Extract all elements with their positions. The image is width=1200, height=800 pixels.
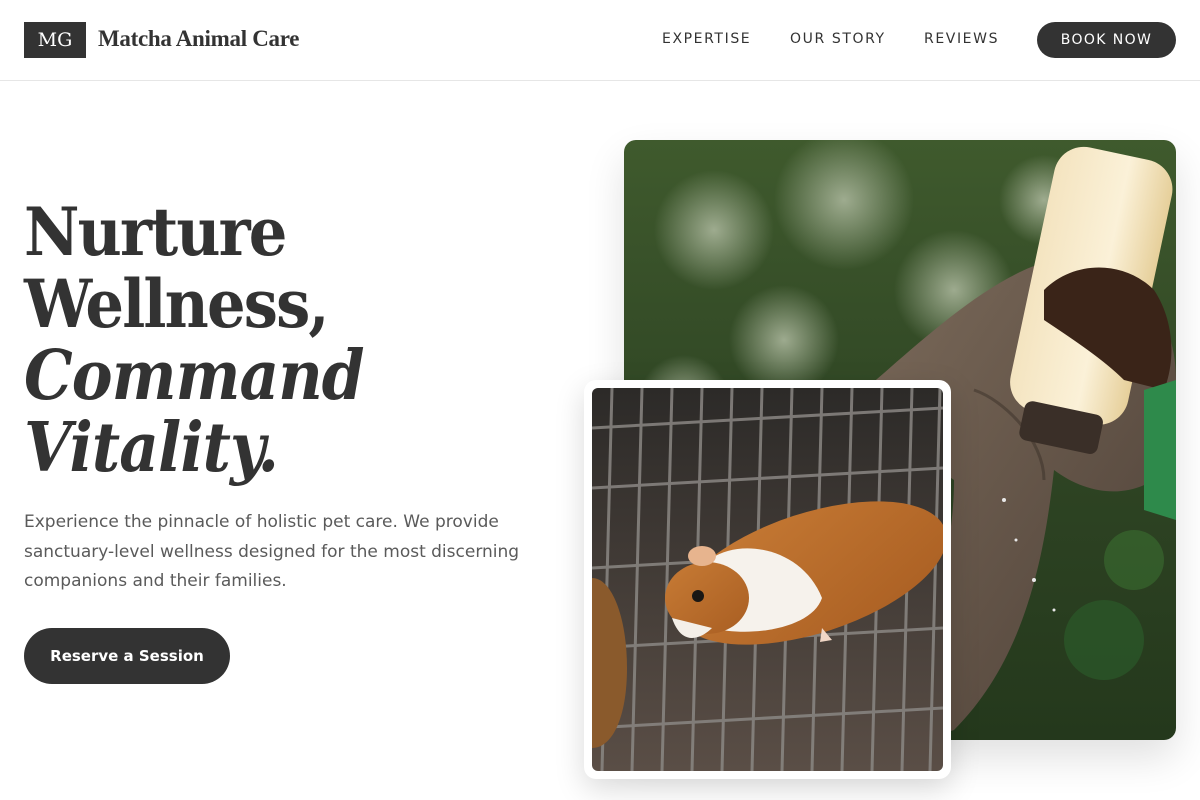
hero-description: Experience the pinnacle of holistic pet …: [24, 512, 520, 591]
reserve-session-button[interactable]: Reserve a Session: [24, 628, 230, 684]
site-header: MG Matcha Animal Care EXPERTISE OUR STOR…: [0, 0, 1200, 81]
hero-title-line-1: Nurture: [24, 193, 287, 271]
book-now-button[interactable]: BOOK NOW: [1037, 22, 1176, 58]
logo-mark[interactable]: MG: [24, 22, 86, 58]
hero-title-line-3: Command: [24, 336, 365, 416]
hero-title-line-2: Wellness,: [24, 265, 330, 343]
nav-our-story[interactable]: OUR STORY: [790, 31, 886, 47]
hero-title: Nurture Wellness, Command Vitality.: [24, 196, 564, 484]
brand-name[interactable]: Matcha Animal Care: [98, 26, 299, 52]
nav-reviews[interactable]: REVIEWS: [924, 31, 999, 47]
guinea-pig-on-cage-photo: [592, 388, 943, 771]
nav-expertise[interactable]: EXPERTISE: [662, 31, 751, 47]
guinea-pig-photo-frame: [584, 380, 951, 779]
hero-title-line-4: Vitality.: [24, 408, 279, 488]
